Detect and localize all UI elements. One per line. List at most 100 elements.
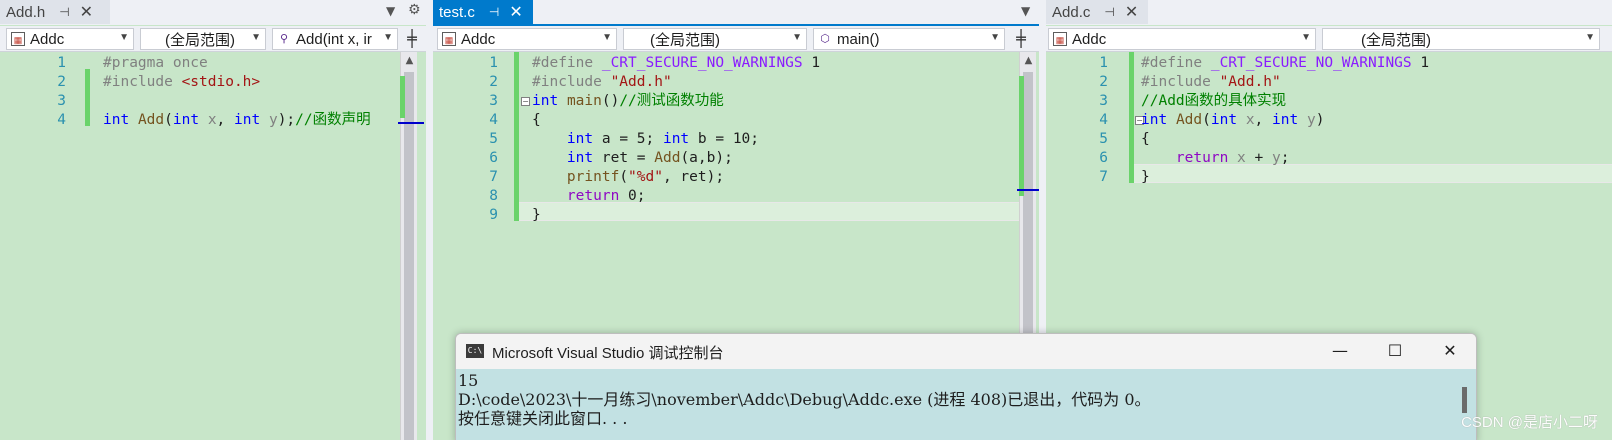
close-icon[interactable]: ✕ (509, 2, 522, 22)
scope-dropdown[interactable]: (全局范围) ▼ (1322, 28, 1600, 50)
line-number: 2 (1099, 74, 1108, 90)
member-dropdown[interactable]: ⬡ main() ▼ (813, 28, 1005, 50)
line-number: 7 (489, 169, 498, 185)
code-line[interactable]: //Add函数的具体实现 (1141, 92, 1286, 111)
code-token: y (1306, 112, 1316, 128)
console-scroll-thumb[interactable] (1462, 387, 1467, 413)
scope-label: (全局范围) (165, 31, 235, 49)
code-line[interactable]: #include "Add.h" (532, 73, 672, 92)
change-marker (1129, 52, 1134, 183)
code-editor[interactable]: 1 #pragma once 2 #include <stdio.h> 3 4 int Ad… (0, 52, 426, 440)
code-line[interactable]: #define _CRT_SECURE_NO_WARNINGS 1 (532, 54, 820, 73)
line-number: 4 (489, 112, 498, 128)
console-title-bar[interactable]: C:\ Microsoft Visual Studio 调试控制台 — ☐ ✕ (456, 334, 1476, 369)
split-window-icon[interactable]: ╪ (1011, 29, 1031, 49)
code-token: <stdio.h> (181, 74, 261, 90)
code-token: { (1141, 131, 1150, 147)
navigation-bar: ▦ Addc ▼ (全局范围) ▼ ⬡ main() ▼ ╪ (433, 26, 1039, 52)
debug-console-window[interactable]: C:\ Microsoft Visual Studio 调试控制台 — ☐ ✕ … (455, 333, 1477, 440)
tab-test-c[interactable]: test.c ⊣ ✕ (433, 0, 533, 24)
code-line[interactable]: #include "Add.h" (1141, 73, 1281, 92)
line-number: 1 (57, 55, 66, 71)
watermark: CSDN @是店小二呀 (1461, 414, 1598, 431)
split-window-icon[interactable]: ╪ (402, 29, 422, 49)
line-number: 7 (1099, 169, 1108, 185)
maximize-button[interactable]: ☐ (1373, 338, 1417, 364)
tab-dropdown-icon[interactable]: ▼ (1021, 4, 1030, 18)
console-output[interactable]: 15 D:\code\2023\十一月练习\november\Addc\Debu… (456, 369, 1476, 440)
console-output-line: 按任意键关闭此窗口. . . (458, 409, 628, 428)
project-label: Addc (30, 30, 65, 48)
scope-dropdown[interactable]: (全局范围) ▼ (140, 28, 266, 50)
minimize-button[interactable]: — (1318, 338, 1362, 364)
code-line[interactable]: #include <stdio.h> (103, 73, 260, 92)
scroll-up-icon[interactable]: ▲ (1020, 52, 1037, 69)
code-token: ret = (593, 150, 655, 166)
project-dropdown[interactable]: ▦ Addc ▼ (437, 28, 617, 50)
close-button[interactable]: ✕ (1428, 338, 1472, 364)
close-icon[interactable]: ✕ (80, 2, 93, 22)
gear-icon[interactable]: ⚙ (408, 2, 421, 18)
project-icon: ▦ (442, 32, 456, 46)
function-icon: ⚲ (279, 33, 289, 45)
code-line[interactable]: } (532, 206, 541, 225)
pin-icon[interactable]: ⊣ (1104, 5, 1114, 19)
close-icon[interactable]: ✕ (1125, 2, 1138, 22)
code-token: y (1271, 150, 1281, 166)
line-number: 3 (57, 93, 66, 109)
code-line[interactable]: { (1141, 130, 1150, 149)
code-token: int (103, 112, 130, 128)
code-line[interactable]: int ret = Add(a,b); (532, 149, 733, 168)
project-icon: ▦ (1053, 32, 1067, 46)
scope-dropdown[interactable]: (全局范围) ▼ (623, 28, 807, 50)
line-number: 1 (1099, 55, 1108, 71)
code-line[interactable]: } (1141, 168, 1150, 187)
code-token: x (1245, 112, 1255, 128)
scope-label: (全局范围) (650, 31, 720, 49)
project-dropdown[interactable]: ▦ Addc ▼ (6, 28, 134, 50)
code-line[interactable]: { (532, 111, 541, 130)
chevron-down-icon: ▼ (792, 32, 802, 43)
code-line[interactable]: return x + y; (1141, 149, 1290, 168)
code-line[interactable]: int main()//测试函数功能 (532, 92, 724, 111)
code-line[interactable]: int Add(int x, int y);//函数声明 (103, 111, 371, 130)
code-token: int (234, 112, 261, 128)
code-token: ( (164, 112, 173, 128)
console-title: Microsoft Visual Studio 调试控制台 (492, 345, 724, 362)
function-icon: ⬡ (820, 33, 830, 45)
code-token: //测试函数功能 (619, 93, 724, 109)
pane-splitter[interactable] (426, 0, 433, 440)
navigation-bar: ▦ Addc ▼ (全局范围) ▼ (1046, 26, 1612, 52)
code-line[interactable]: printf("%d", ret); (532, 168, 724, 187)
code-token: #include (1141, 74, 1220, 90)
change-map-marker (400, 76, 405, 118)
tab-add-c[interactable]: Add.c ⊣ ✕ (1046, 0, 1148, 24)
code-line[interactable]: int Add(int x, int y) (1141, 111, 1324, 130)
code-line[interactable]: int a = 5; int b = 10; (532, 130, 759, 149)
code-token: y (268, 112, 278, 128)
scroll-thumb[interactable] (404, 72, 414, 440)
scroll-up-icon[interactable]: ▲ (401, 52, 418, 69)
tab-add-h[interactable]: Add.h ⊣ ✕ (0, 0, 110, 24)
code-line[interactable]: #define _CRT_SECURE_NO_WARNINGS 1 (1141, 54, 1429, 73)
code-line[interactable]: #pragma once (103, 54, 208, 73)
line-number: 2 (57, 74, 66, 90)
project-dropdown[interactable]: ▦ Addc ▼ (1048, 28, 1316, 50)
member-dropdown[interactable]: ⚲ Add(int x, ir ▼ (272, 28, 398, 50)
code-token: int (1141, 112, 1168, 128)
code-token: #define (532, 55, 602, 71)
code-line[interactable]: return 0; (532, 187, 646, 206)
fold-toggle-icon[interactable]: − (521, 97, 530, 106)
pin-icon[interactable]: ⊣ (489, 5, 499, 19)
tab-label: Add.h (6, 3, 46, 21)
tab-dropdown-icon[interactable]: ▼ (386, 4, 395, 18)
pin-icon[interactable]: ⊣ (59, 5, 69, 19)
change-map-marker (1019, 76, 1024, 196)
line-number: 6 (1099, 150, 1108, 166)
